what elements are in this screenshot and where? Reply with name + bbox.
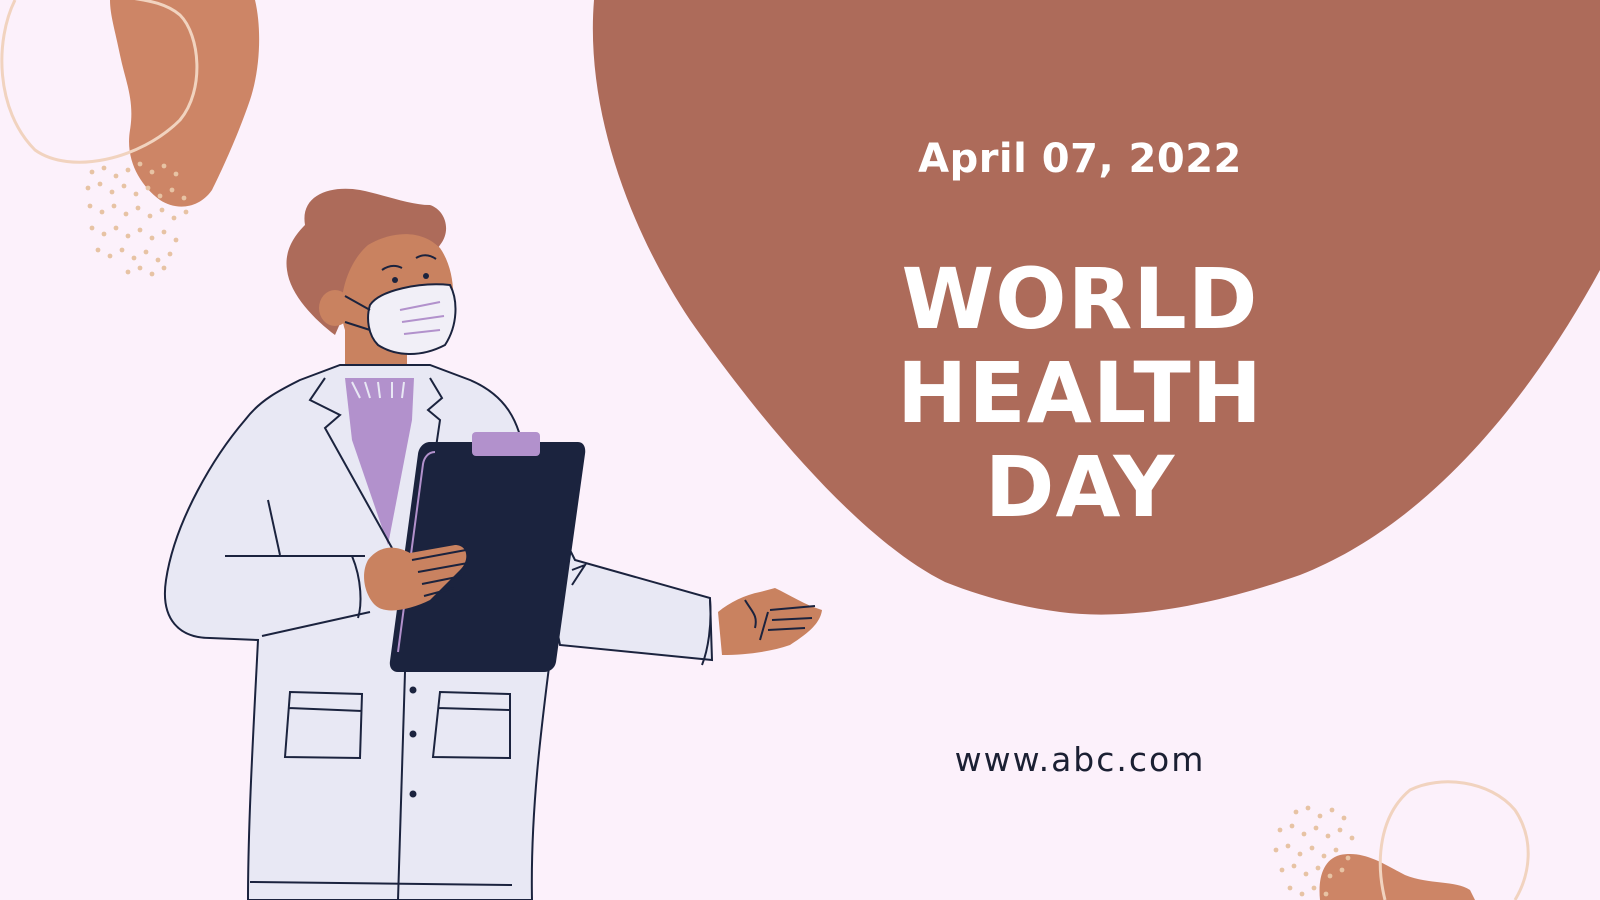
face-mask-icon [367,283,457,355]
coat-button [409,790,417,798]
title-line-1: WORLD [901,250,1259,348]
ear [319,290,351,326]
clipboard-clip [472,432,540,456]
left-eye [392,277,398,283]
poster: April 07, 2022 WORLD HEALTH DAY www.abc.… [0,0,1600,900]
coat-button [409,686,417,694]
title-line-3: DAY [984,438,1176,536]
event-date: April 07, 2022 [918,136,1242,182]
right-hand [718,588,822,655]
title-line-2: HEALTH [897,344,1263,442]
website-url: www.abc.com [954,740,1206,779]
coat-button [409,730,417,738]
right-eye [423,273,429,279]
event-title: WORLD HEALTH DAY [800,252,1360,534]
